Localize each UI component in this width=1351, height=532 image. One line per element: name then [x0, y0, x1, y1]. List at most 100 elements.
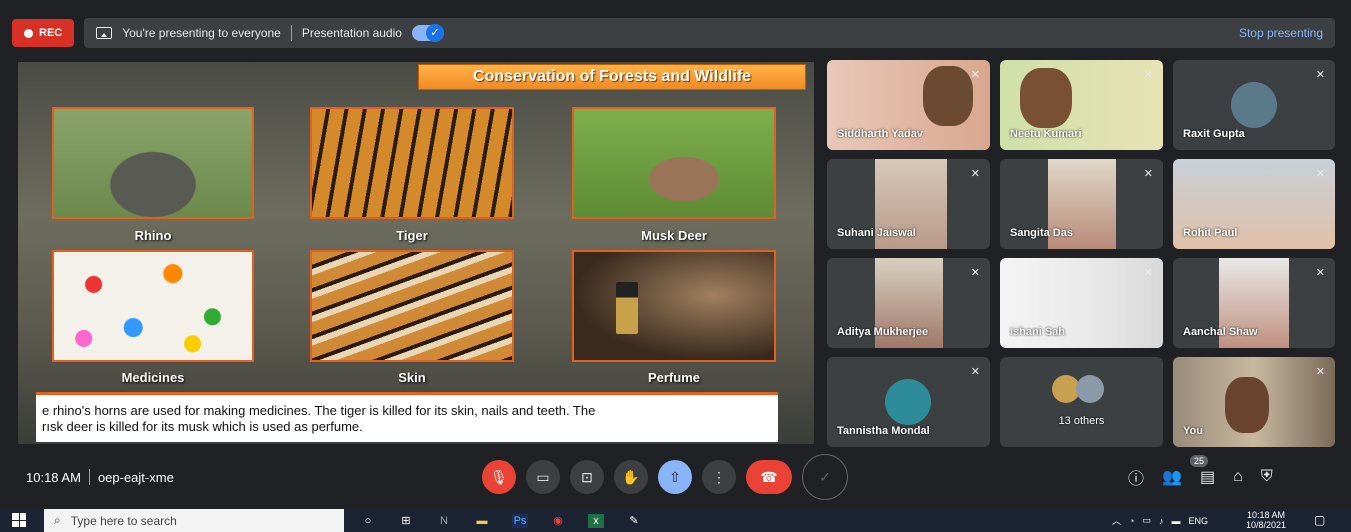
presentation-audio-toggle[interactable]	[411, 24, 444, 42]
keyboard-icon[interactable]: ▬	[1171, 516, 1180, 526]
presenting-bar: REC You're presenting to everyone Presen…	[12, 18, 1335, 48]
battery-icon[interactable]: ▭	[1142, 515, 1151, 526]
divider	[290, 25, 292, 41]
notification-icon[interactable]: ▢	[1314, 513, 1325, 527]
more-options-button[interactable]: ⋮	[702, 460, 736, 494]
meeting-details-button[interactable]: ⓘ	[1128, 465, 1144, 489]
mic-off-icon: ✕	[1315, 168, 1325, 180]
participant-tile[interactable]: ✕ Raxit Gupta	[1173, 60, 1335, 150]
system-tray: ︿ ◔ ▭ ♪ ▬ ENG	[1112, 514, 1208, 527]
mic-off-icon: ✕	[970, 366, 980, 378]
network-icon[interactable]: ◔	[1129, 516, 1134, 526]
slide-title: Conservation of Forests and Wildlife	[418, 64, 806, 90]
participant-tile[interactable]: ✕ Neetu Kumari	[1000, 60, 1163, 150]
participant-tile[interactable]: ✕ Siddharth Yadav	[827, 60, 990, 150]
recording-badge: REC	[12, 19, 75, 47]
participant-tile[interactable]: ✕ Tannistha Mondal	[827, 357, 990, 447]
participant-name: Neetu Kumari	[1010, 128, 1082, 140]
clock-time: 10:18 AM	[1247, 510, 1286, 520]
participant-tile[interactable]: ✕ Ishani Sah	[1000, 258, 1163, 348]
participant-name: Raxit Gupta	[1183, 128, 1245, 140]
participant-name: Sangita Das	[1010, 227, 1073, 239]
participant-count-badge: 25	[1190, 455, 1209, 467]
host-controls-button[interactable]: ⛨	[1261, 468, 1273, 486]
participant-name: Tannistha Mondal	[837, 425, 930, 437]
raise-hand-button[interactable]: ✋	[614, 460, 648, 494]
taskbar-apps: ○ ⊞ N ▬ Ps ◉ x ✎	[360, 513, 642, 528]
participant-tile[interactable]: ✕ Aditya Mukherjee	[827, 258, 990, 348]
more-vert-icon: ⋮	[712, 468, 726, 485]
participant-tile[interactable]: ✕ Rohit Paul	[1173, 159, 1335, 249]
call-controls: 🎙 ▭ ⊡ ✋ ⇧ ⋮ ☎ ✓	[482, 454, 848, 500]
self-tile[interactable]: ✕ You	[1173, 357, 1335, 447]
participant-name: Suhani Jaiswal	[837, 227, 916, 239]
stop-presenting-button[interactable]: Stop presenting	[1239, 26, 1323, 40]
file-explorer-icon[interactable]: ▬	[474, 514, 490, 528]
mic-off-icon: ✕	[1315, 69, 1325, 81]
participant-tile[interactable]: ✕ Sangita Das	[1000, 159, 1163, 249]
taskbar-clock[interactable]: 10:18 AM 10/8/2021	[1246, 510, 1286, 530]
others-tile[interactable]: 13 others	[1000, 357, 1163, 447]
windows-start-icon[interactable]	[12, 513, 26, 527]
others-count: 13 others	[1058, 415, 1105, 427]
onenote-icon[interactable]: N	[436, 514, 452, 528]
people-icon: 👥	[1162, 469, 1182, 486]
task-view-icon[interactable]: ⊞	[398, 514, 414, 528]
perfume-bottle	[616, 282, 638, 334]
slide-text-line-1: e rhino's horns are used for making medi…	[42, 403, 596, 418]
meeting-control-bar: 10:18 AM oep-eajt-xme 🎙 ▭ ⊡ ✋ ⇧ ⋮ ☎ ✓ ⓘ …	[0, 454, 1351, 500]
volume-icon[interactable]: ♪	[1159, 516, 1164, 526]
mic-off-icon: ✕	[970, 69, 980, 81]
paint-icon[interactable]: ✎	[626, 514, 642, 528]
mic-toggle-button[interactable]: 🎙	[482, 460, 516, 494]
people-button[interactable]: 👥	[1162, 467, 1182, 487]
captions-button[interactable]: ⊡	[570, 460, 604, 494]
participant-name: Aanchal Shaw	[1183, 326, 1258, 338]
mic-off-icon: ✕	[970, 267, 980, 279]
side-panel-controls: ⓘ 👥 ▤ ⌂ ⛨	[1128, 465, 1273, 489]
present-button[interactable]: ⇧	[658, 460, 692, 494]
captions-icon: ⊡	[581, 468, 593, 485]
participant-tile[interactable]: ✕ Aanchal Shaw	[1173, 258, 1335, 348]
participant-avatar	[1231, 82, 1277, 128]
cortana-icon[interactable]: ○	[360, 514, 376, 528]
self-face	[1225, 377, 1269, 433]
chrome-icon[interactable]: ◉	[550, 514, 566, 528]
mic-off-icon: 🎙	[490, 468, 508, 485]
participant-avatar	[885, 379, 931, 425]
presentation-audio-label: Presentation audio	[301, 26, 402, 40]
rhino-image	[52, 107, 254, 219]
shared-slide: Conservation of Forests and Wildlife Rhi…	[18, 62, 814, 444]
hand-icon: ✋	[622, 468, 640, 485]
camera-icon: ▭	[536, 468, 550, 485]
caption-musk-deer: Musk Deer	[641, 228, 707, 243]
language-indicator[interactable]: ENG	[1188, 516, 1208, 526]
chevron-up-icon[interactable]: ︿	[1112, 514, 1121, 527]
windows-taskbar: ⌕ Type here to search ○ ⊞ N ▬ Ps ◉ x ✎ ︿…	[0, 509, 1351, 532]
caption-tiger: Tiger	[396, 228, 428, 243]
participant-face	[923, 66, 973, 126]
excel-icon[interactable]: x	[588, 513, 604, 528]
hang-up-icon: ☎	[760, 468, 778, 485]
leave-call-button[interactable]: ☎	[746, 460, 792, 494]
check-button[interactable]: ✓	[802, 454, 848, 500]
chat-button[interactable]: ▤	[1200, 467, 1215, 487]
present-screen-icon	[96, 27, 113, 39]
meeting-code: oep-eajt-xme	[97, 469, 174, 485]
participant-name: Rohit Paul	[1183, 227, 1238, 239]
photoshop-icon[interactable]: Ps	[512, 513, 528, 528]
record-dot-icon	[24, 28, 33, 38]
participant-tile[interactable]: ✕ Suhani Jaiswal	[827, 159, 990, 249]
medicines-image	[52, 250, 254, 362]
caption-skin: Skin	[398, 370, 426, 385]
presentation-status: You're presenting to everyone Presentati…	[84, 18, 1335, 48]
slide-text-line-2: rısk deer is killed for its musk which i…	[42, 419, 363, 434]
meeting-time: 10:18 AM	[26, 469, 81, 485]
mic-off-icon: ✕	[970, 168, 980, 180]
activities-button[interactable]: ⌂	[1233, 468, 1243, 486]
participant-name: Siddharth Yadav	[837, 128, 923, 140]
participant-avatar	[1076, 375, 1104, 403]
taskbar-search[interactable]: ⌕ Type here to search	[44, 509, 344, 532]
search-icon: ⌕	[54, 513, 61, 527]
camera-toggle-button[interactable]: ▭	[526, 460, 560, 494]
